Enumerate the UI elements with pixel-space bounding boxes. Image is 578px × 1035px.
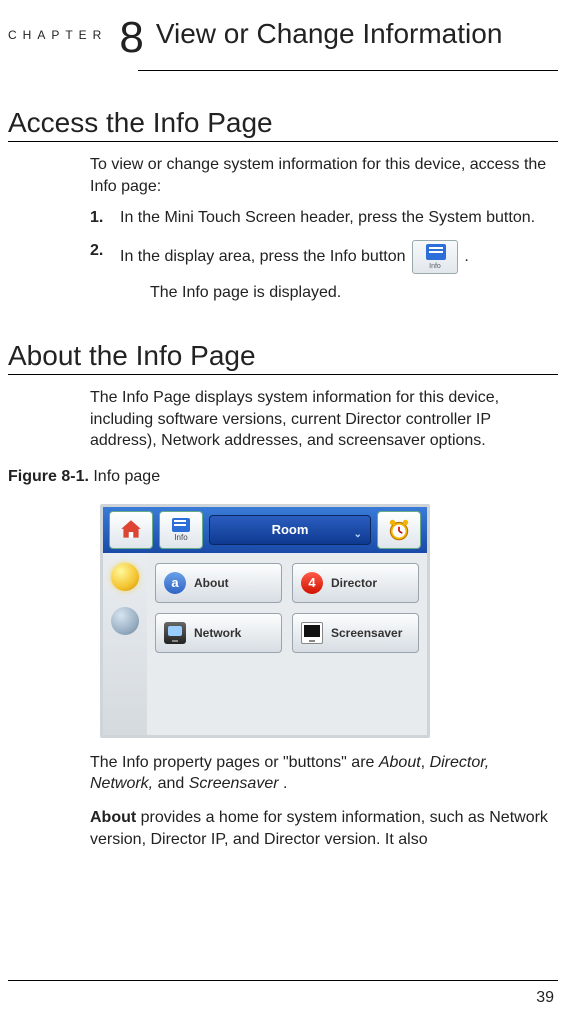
section-rule xyxy=(8,141,558,142)
info-icon-label: Info xyxy=(413,262,457,272)
network-button: Network xyxy=(155,613,282,653)
about-text: provides a home for system information, … xyxy=(90,809,548,848)
screenshot-topbar: Info Room ⌄ xyxy=(103,507,427,553)
btn-name-network: Network, xyxy=(90,775,153,792)
step-number: 1. xyxy=(90,207,110,229)
network-button-label: Network xyxy=(194,626,241,640)
figure-label: Figure 8-1. xyxy=(8,468,89,485)
page-number: 39 xyxy=(536,989,554,1007)
step2-result: The Info page is displayed. xyxy=(150,282,552,304)
about-bold: About xyxy=(90,809,136,826)
about-icon xyxy=(164,572,186,594)
section-rule xyxy=(8,374,558,375)
info-button-icon: Info xyxy=(412,240,458,274)
about-button-label: About xyxy=(194,576,229,590)
screenshot-button-grid: About Director Network Screensaver xyxy=(147,553,427,735)
director-button-label: Director xyxy=(331,576,377,590)
director-icon xyxy=(301,572,323,594)
lightbulb-icon xyxy=(111,563,139,591)
figure-caption-text: Info page xyxy=(93,468,160,485)
step2-before: In the display area, press the Info butt… xyxy=(120,248,410,265)
footer-rule xyxy=(8,980,558,981)
access-steps: 1. In the Mini Touch Screen header, pres… xyxy=(90,207,552,304)
chapter-label: CHAPTER xyxy=(8,28,107,42)
section-title-about: About the Info Page xyxy=(8,340,558,372)
buttons-para-and: and xyxy=(158,775,189,792)
clock-icon xyxy=(377,511,421,549)
buttons-para-after: . xyxy=(283,775,287,792)
section-access: Access the Info Page To view or change s… xyxy=(8,107,558,304)
btn-name-about: About xyxy=(379,754,421,771)
about-paragraph: About provides a home for system informa… xyxy=(90,807,552,850)
section-title-access: Access the Info Page xyxy=(8,107,558,139)
screenshot-sidebar xyxy=(103,553,147,735)
network-icon xyxy=(164,622,186,644)
screensaver-button-label: Screensaver xyxy=(331,626,402,640)
btn-name-screensaver: Screensaver xyxy=(189,775,279,792)
chapter-rule xyxy=(138,70,558,71)
info-tab-label: Info xyxy=(174,533,187,542)
about-intro: The Info Page displays system informatio… xyxy=(90,387,552,452)
screensaver-button: Screensaver xyxy=(292,613,419,653)
director-button: Director xyxy=(292,563,419,603)
chapter-number: 8 xyxy=(119,16,143,60)
section-about: About the Info Page The Info Page displa… xyxy=(8,340,558,850)
figure-caption: Figure 8-1. Info page xyxy=(8,468,558,486)
room-dropdown: Room ⌄ xyxy=(209,515,371,545)
screenshot: Info Room ⌄ About xyxy=(100,504,430,738)
step-number: 2. xyxy=(90,240,110,262)
about-button: About xyxy=(155,563,282,603)
buttons-para-before: The Info property pages or "buttons" are xyxy=(90,754,379,771)
screenshot-body: About Director Network Screensaver xyxy=(103,553,427,735)
screensaver-icon xyxy=(301,622,323,644)
buttons-paragraph: The Info property pages or "buttons" are… xyxy=(90,752,552,795)
step-2: 2. In the display area, press the Info b… xyxy=(90,240,552,304)
room-label: Room xyxy=(272,522,309,537)
step2-after: . xyxy=(464,248,468,265)
step-text: In the Mini Touch Screen header, press t… xyxy=(120,207,552,229)
info-tab-icon: Info xyxy=(159,511,203,549)
chapter-title: View or Change Information xyxy=(156,18,558,50)
access-intro: To view or change system information for… xyxy=(90,154,552,197)
step-1: 1. In the Mini Touch Screen header, pres… xyxy=(90,207,552,229)
globe-icon xyxy=(111,607,139,635)
chevron-down-icon: ⌄ xyxy=(354,529,362,540)
home-icon xyxy=(109,511,153,549)
step-text: In the display area, press the Info butt… xyxy=(120,240,552,304)
figure-info-page: Info Room ⌄ About xyxy=(100,504,558,738)
chapter-header: CHAPTER 8 View or Change Information xyxy=(8,18,558,60)
btn-name-director: Director, xyxy=(430,754,490,771)
